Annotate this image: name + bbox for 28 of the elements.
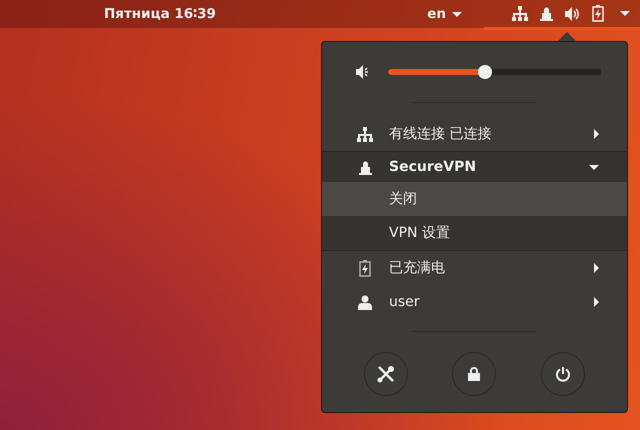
clock[interactable]: Пятница 16∶39 <box>104 4 216 24</box>
speaker-icon <box>565 6 580 20</box>
vpn-menu-item[interactable]: SecureVPN <box>322 152 627 182</box>
menu-item-label: 有线连接 已连接 <box>389 124 492 144</box>
submenu-item[interactable]: 关闭 <box>322 182 627 216</box>
language-indicator[interactable]: en <box>427 4 462 24</box>
caret-icon <box>620 11 630 16</box>
menu-item-label: user <box>389 292 420 312</box>
user-icon <box>358 294 372 310</box>
network-icon <box>512 6 528 21</box>
menu-item[interactable]: 有线连接 已连接 <box>322 117 627 151</box>
lock-icon <box>540 6 553 21</box>
tools-icon <box>377 365 396 383</box>
menu-item-label: SecureVPN <box>389 158 476 176</box>
menu-item[interactable]: user <box>322 285 627 319</box>
submenu-item[interactable]: VPN 设置 <box>322 216 627 250</box>
lock-button[interactable] <box>452 352 496 396</box>
power-icon <box>554 366 571 382</box>
menu-item[interactable]: 已充满电 <box>322 251 627 285</box>
lock-icon <box>358 160 372 174</box>
power-button[interactable] <box>540 352 585 396</box>
slider-handle[interactable] <box>478 65 492 79</box>
network-icon <box>357 126 373 142</box>
battery-icon <box>592 5 604 22</box>
battery-icon <box>359 260 371 276</box>
menu-item-label: 已充满电 <box>389 258 445 278</box>
lock-icon <box>467 366 482 382</box>
settings-button[interactable] <box>364 352 408 396</box>
